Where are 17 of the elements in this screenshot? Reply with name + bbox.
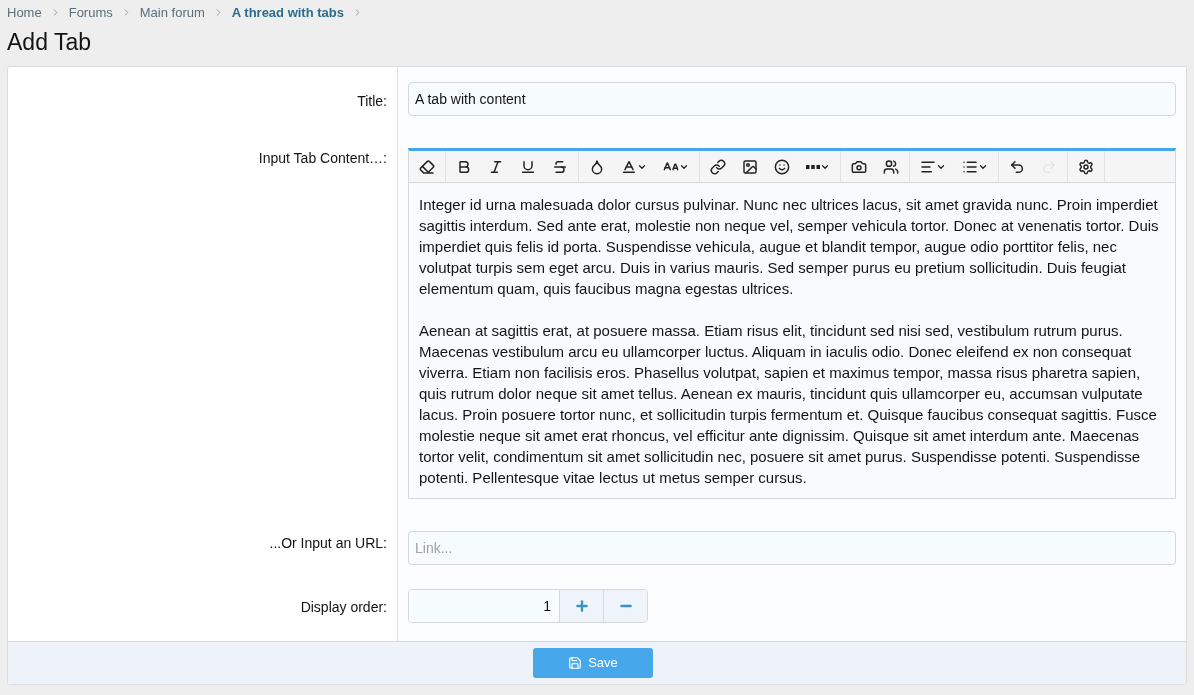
field-label: Input Tab Content…: [258,150,387,166]
breadcrumb-link[interactable]: Main forum [139,2,205,23]
field-label: Display order: [300,599,387,615]
field-label: Title: [357,93,387,109]
url-input[interactable]: Link... [408,531,1176,565]
editor-paragraph: Integer id urna malesuada dolor cursus pulvinar. Nunc nec ultrices lacus, sit amet gravida nunc. Proin imperdiet sagittis interdum. Sed ante erat, molestie non neque vel, semper vehicula tortor. Donec at venenatis tortor. Duis imperdiet quis felis id porta. Suspendisse vehicula, augue et blandit tempor, augue odio porttitor felis, nec volutpat turpis sem eget arcu. Duis in varius mauris. Sed semper purus eu pretium sollicitudin. Duis feugiat elementum quam, quis faucibus magna egestas ultrices. [419,195,1160,299]
title-input[interactable]: A tab with content [408,82,1176,116]
save-button[interactable]: Save [533,648,653,678]
editor-paragraph: Aenean at sagittis erat, at posuere massa. Etiam risus elit, tincidunt sed nisi sed, vestibulum rutrum purus. Maecenas vestibulum arcu eu ullamcorper luctus. Aliquam in iaculis odio. Donec eleifend ex non consequat viverra. Etiam non facilisis eros. Phasellus volutpat, sapien et maximus tempor, massa risus pharetra sapien, quis rutrum dolor neque sit amet tellus. Aenean ex mauris, tincidunt quis ullamcorper eu, accumsan vulputate lacus. Proin posuere tortor nunc, et sollicitudin turpis fermentum et. Quisque faucibus consequat sagittis. Fusce molestie neque sit amet erat rhoncus, vel efficitur ante dignissim. Quisque sit amet interdum ante. Maecenas tortor velit, condimentum sit amet sollicitudin nec, posuere sit amet purus. Suspendisse potenti. Suspendisse potenti. Pellentesque vitae lectus ut metus semper cursus. [419,321,1158,488]
plus-icon [573,598,590,614]
save-icon [568,656,583,670]
breadcrumb-link[interactable]: A thread with tabs [231,2,344,23]
increment-button[interactable] [559,590,603,622]
page-title: Add Tab [7,28,92,57]
breadcrumb-link[interactable]: Forums [68,2,113,23]
breadcrumb-link[interactable]: Home [7,2,42,23]
field-label: ...Or Input an URL: [269,535,387,551]
